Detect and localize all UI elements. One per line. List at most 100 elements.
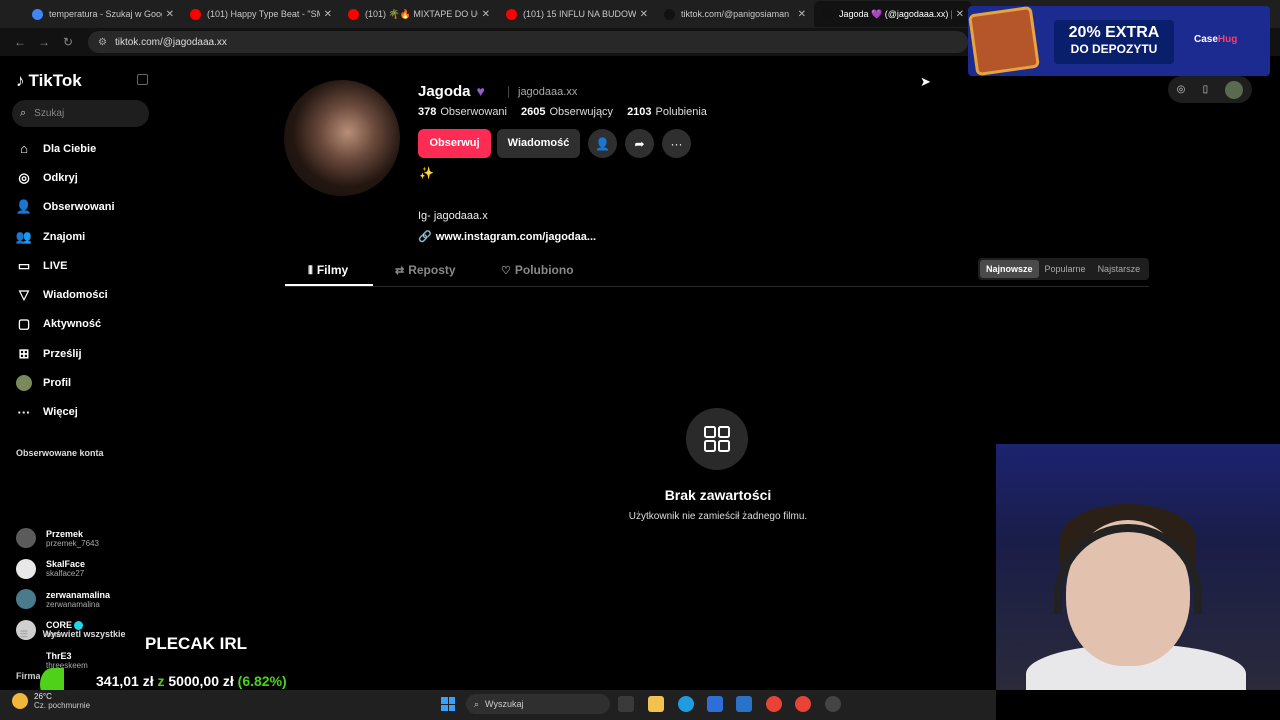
empty-state-subtitle: Użytkownik nie zamieścił żadnego filmu.: [628, 511, 808, 522]
tab-favicon-icon: [506, 8, 517, 20]
tab-videos[interactable]: ⦀ Filmy: [308, 263, 348, 278]
company-link[interactable]: Firma: [16, 671, 41, 681]
account-name-text: zerwanamalina: [46, 589, 111, 600]
more-options-icon[interactable]: ···: [662, 129, 691, 158]
device-icon[interactable]: ▯: [1203, 84, 1209, 95]
tab-liked-label: Polubiono: [514, 263, 574, 277]
upload-icon: ⊞: [18, 345, 30, 361]
followed-account[interactable]: Przemek przemek_7643: [16, 524, 156, 552]
tab-close-icon[interactable]: ✕: [324, 9, 332, 20]
chest-icon: [968, 6, 1041, 76]
ad-banner[interactable]: 20% EXTRA DO DEPOZYTU CaseHug: [968, 6, 1270, 76]
sidebar-item-label: Wiadomości: [43, 289, 108, 302]
ad-offer: 20% EXTRA DO DEPOZYTU: [1054, 20, 1174, 64]
browser-tab[interactable]: (101) 🌴🔥 MIXTAPE DO UCIEK ✕: [340, 1, 498, 27]
sidebar-item-upload[interactable]: ⊞ Prześlij: [0, 339, 160, 368]
sidebar-item-home[interactable]: ⌂ Dla Ciebie: [0, 134, 160, 163]
friends-icon: 👥: [15, 228, 33, 244]
sidebar-item-following[interactable]: 👤 Obserwowani: [0, 193, 160, 222]
empty-state-title: Brak zawartości: [664, 487, 772, 503]
following-icon: 👤: [15, 199, 33, 215]
task-view-icon[interactable]: [618, 696, 634, 712]
browser-tab[interactable]: Jagoda 💜 (@jagodaaa.xx) | Tik ✕: [814, 1, 972, 27]
compass-icon[interactable]: ◎: [1177, 84, 1186, 95]
share-icon[interactable]: ➦: [625, 129, 654, 158]
show-all-button[interactable]: ☰ Wyświetl wszystkie: [20, 629, 125, 640]
tab-close-icon[interactable]: ✕: [166, 9, 174, 20]
compass-icon: ◎: [18, 169, 30, 185]
likes-label: Polubienia: [655, 106, 707, 118]
ad-brand: CaseHug: [1194, 34, 1237, 45]
windows-start-icon[interactable]: [441, 697, 455, 711]
tab-close-icon[interactable]: ✕: [956, 9, 964, 20]
add-friend-icon[interactable]: 👤: [588, 129, 617, 158]
user-avatar[interactable]: [1225, 80, 1244, 99]
weather-widget[interactable]: 26°C Cz. pochmurnie: [12, 692, 90, 710]
tab-close-icon[interactable]: ✕: [482, 9, 490, 20]
site-info-icon[interactable]: ⚙: [98, 37, 107, 48]
store-icon[interactable]: [707, 696, 723, 712]
following-stat[interactable]: 378 Obserwowani: [418, 106, 507, 118]
browser-tab[interactable]: temperatura - Szukaj w Google ✕: [24, 1, 182, 27]
tab-close-icon[interactable]: ✕: [640, 9, 648, 20]
account-name: SkalFace: [46, 559, 85, 569]
sidebar-item-label: Dla Ciebie: [43, 142, 97, 155]
edge-icon[interactable]: [678, 696, 694, 712]
sidebar-item-friends[interactable]: 👥 Znajomi: [0, 222, 160, 251]
sidebar-item-label: Więcej: [43, 406, 78, 419]
tab-title: (101) 15 INFLU NA BUDOWIE: L: [523, 9, 636, 19]
app-icon[interactable]: [825, 696, 841, 712]
reload-icon[interactable]: ↻: [56, 35, 80, 49]
account-name: Przemek: [46, 529, 99, 539]
mail-icon[interactable]: [736, 696, 752, 712]
account-username: skalface27: [46, 569, 85, 579]
account-avatar: [16, 558, 36, 579]
file-explorer-icon[interactable]: [648, 696, 664, 712]
tab-close-icon[interactable]: ✕: [798, 9, 806, 20]
tab-reposts-label: Reposty: [408, 263, 456, 277]
grid-bars-icon: ⦀: [308, 265, 313, 277]
sort-option[interactable]: Najstarsze: [1092, 260, 1147, 278]
browser-tab[interactable]: tiktok.com/@panigosiaman ✕: [656, 1, 814, 27]
tiktok-logo[interactable]: ♪ TikTok: [16, 71, 82, 91]
message-button[interactable]: Wiadomość: [497, 129, 580, 158]
back-icon[interactable]: ←: [8, 35, 32, 49]
more-icon: ···: [17, 404, 31, 420]
followed-account[interactable]: SkalFace skalface27: [16, 555, 156, 583]
chrome-icon[interactable]: [766, 696, 782, 712]
sidebar-item-live[interactable]: ▭ LIVE: [0, 251, 160, 280]
header-tools: ◎ ▯: [1168, 76, 1252, 103]
tab-favicon-icon: [32, 8, 43, 20]
followers-stat[interactable]: 2605 Obserwujący: [521, 106, 613, 118]
account-avatar: [16, 589, 36, 610]
profile-name: Jagoda ♥: [418, 83, 485, 100]
url-field[interactable]: ⚙ tiktok.com/@jagodaaa.xx: [88, 31, 968, 53]
forward-icon[interactable]: →: [32, 35, 56, 49]
browser-tab[interactable]: (101) Happy Type Beat - "SMILE ✕: [182, 1, 340, 27]
collapse-sidebar-icon[interactable]: [137, 74, 148, 85]
sidebar-item-compass[interactable]: ◎ Odkryj: [0, 163, 160, 192]
taskbar-search[interactable]: ⌕ Wyszukaj: [466, 694, 610, 714]
stream-goal-title: PLECAK IRL: [145, 634, 247, 653]
url-text: tiktok.com/@jagodaaa.xx: [114, 36, 227, 48]
profile-link[interactable]: 🔗 www.instagram.com/jagodaa...: [418, 230, 596, 243]
sidebar-item-messages[interactable]: ▽ Wiadomości: [0, 280, 160, 309]
chrome-icon-2[interactable]: [795, 696, 811, 712]
sidebar-item-activity[interactable]: ▢ Aktywność: [0, 310, 160, 339]
tiktok-note-icon: ♪: [16, 71, 25, 90]
sidebar-item-label: LIVE: [43, 259, 68, 272]
sort-option[interactable]: Popularne: [1039, 260, 1092, 278]
tab-title: temperatura - Szukaj w Google: [49, 9, 162, 19]
sparkle-emoji: ✨: [419, 166, 434, 180]
search-input[interactable]: ⌕ Szukaj: [12, 100, 149, 127]
tab-reposts[interactable]: ⇄ Reposty: [395, 263, 456, 277]
sidebar-item-profile-avatar[interactable]: Profil: [0, 368, 160, 397]
tab-liked[interactable]: ♡ Polubiono: [501, 263, 574, 277]
sort-option[interactable]: Najnowsze: [980, 260, 1039, 278]
tab-favicon-icon: [822, 8, 833, 20]
follow-button[interactable]: Obserwuj: [418, 129, 491, 158]
followed-account[interactable]: zerwanamalina zerwanamalina: [16, 585, 156, 613]
sidebar-item-more[interactable]: ··· Więcej: [0, 398, 160, 427]
following-label: Obserwowani: [440, 106, 507, 118]
browser-tab[interactable]: (101) 15 INFLU NA BUDOWIE: L ✕: [498, 1, 656, 27]
